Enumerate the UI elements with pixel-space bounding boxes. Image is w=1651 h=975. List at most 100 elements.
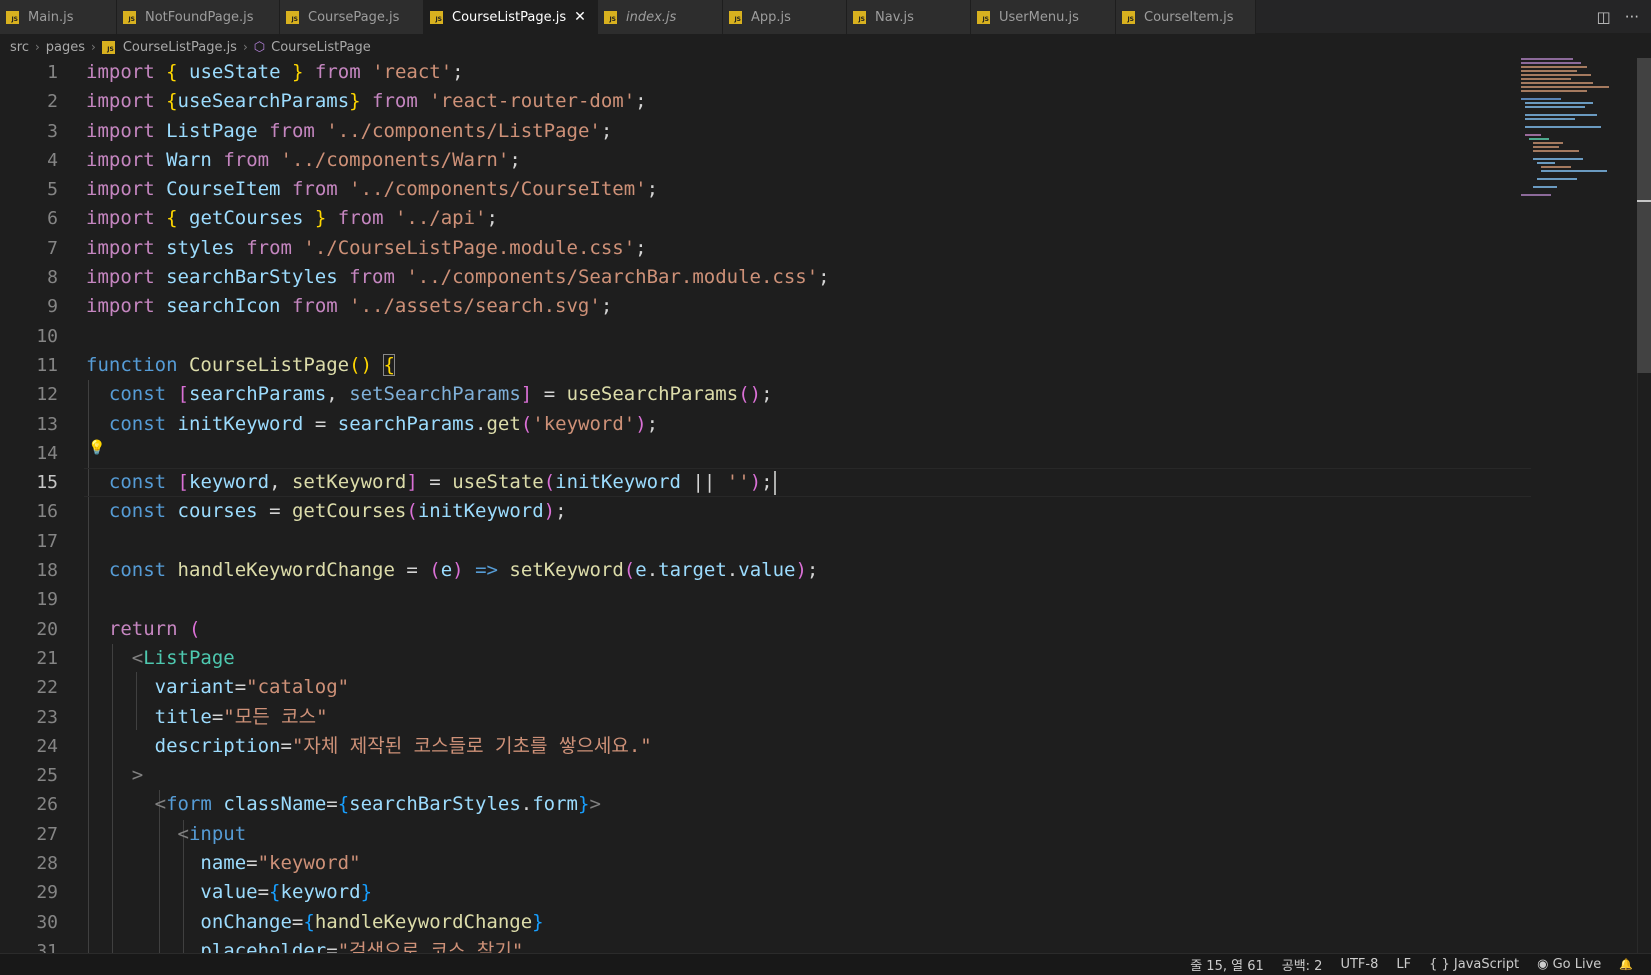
token: . (646, 559, 659, 582)
line-number: 24 (36, 735, 58, 757)
token: = (211, 705, 224, 728)
minimap-line (1533, 146, 1559, 148)
tab-label: CoursePage.js (308, 9, 400, 25)
split-editor-icon[interactable]: ◫ (1597, 8, 1611, 26)
minimap-line (1533, 142, 1563, 144)
language-mode[interactable]: { } JavaScript (1429, 957, 1519, 972)
token: { (383, 353, 395, 376)
token: { (166, 90, 178, 113)
close-icon[interactable]: ✕ (574, 9, 586, 25)
javascript-file-icon: JS (6, 10, 19, 24)
tab-index-js[interactable]: JS index.js (598, 0, 723, 34)
minimap-line (1533, 158, 1583, 160)
tab-app-js[interactable]: JS App.js (723, 0, 847, 34)
breadcrumb-pages[interactable]: pages (46, 40, 85, 55)
code-line: import { getCourses } from '../api'; (86, 204, 1511, 233)
token: ) (749, 471, 762, 494)
token: "모든 코스" (223, 705, 328, 728)
end-of-line[interactable]: LF (1396, 957, 1411, 972)
token: from (337, 207, 384, 230)
line-number: 12 (36, 384, 58, 406)
token: ; (635, 90, 647, 113)
token: . (726, 559, 739, 582)
token: form (532, 793, 578, 816)
more-actions-icon[interactable]: ··· (1625, 8, 1639, 26)
token: CourseListPage (188, 353, 350, 376)
token: < (131, 646, 144, 669)
go-live-button[interactable]: ◉ Go Live (1537, 957, 1601, 972)
token: name (200, 852, 247, 875)
token: ; (486, 207, 498, 230)
line-number: 1 (47, 62, 58, 83)
notifications-bell-icon[interactable]: 🔔 (1619, 958, 1633, 971)
code-line: import CourseItem from '../components/Co… (86, 175, 1511, 204)
code-editor[interactable]: 1 2 3 4 5 6 7 8 9 10 11 12 13 14 15 16 1… (0, 58, 1651, 955)
minimap-line (1533, 150, 1579, 152)
token: return (108, 617, 178, 640)
minimap-line (1537, 162, 1555, 164)
javascript-file-icon: JS (1122, 10, 1135, 24)
tab-courseitem-js[interactable]: JS CourseItem.js (1116, 0, 1256, 34)
token: , (269, 471, 281, 494)
code-line: description="자체 제작된 코스들로 기초를 쌓으세요." (86, 732, 1511, 761)
token: ; (646, 412, 659, 435)
token: ( (623, 559, 636, 582)
token: Warn (166, 148, 212, 171)
token: "keyword" (257, 852, 361, 875)
breadcrumb-file[interactable]: CourseListPage.js (123, 40, 237, 55)
tab-courselistpage-js[interactable]: JS CourseListPage.js ✕ (424, 0, 598, 34)
token: { (166, 207, 178, 230)
token: import (86, 119, 155, 142)
token: = (314, 412, 327, 435)
indentation-spaces[interactable]: 공백: 2 (1282, 955, 1323, 974)
token: ; (600, 119, 613, 142)
token: const (108, 500, 167, 523)
file-encoding[interactable]: UTF-8 (1340, 957, 1378, 972)
text-cursor (773, 470, 776, 495)
code-line: function CourseListPage() { (86, 351, 1511, 380)
minimap-line (1529, 138, 1549, 140)
token: searchParams (337, 412, 476, 435)
tab-notfoundpage-js[interactable]: JS NotFoundPage.js (117, 0, 280, 34)
cursor-position[interactable]: 줄 15, 열 61 (1190, 955, 1264, 974)
line-number: 19 (36, 589, 58, 611)
line-number: 3 (47, 120, 58, 142)
code-line: import styles from './CourseListPage.mod… (86, 234, 1511, 263)
breadcrumb-symbol[interactable]: CourseListPage (271, 40, 371, 55)
code-line: import ListPage from '../components/List… (86, 117, 1511, 146)
token: onChange (200, 910, 292, 933)
code-line: import { useState } from 'react'; (86, 58, 1511, 87)
token: . (520, 793, 533, 816)
breadcrumb-src[interactable]: src (10, 40, 29, 55)
token: ListPage (143, 646, 235, 669)
token: useState (189, 61, 281, 83)
token: ; (635, 236, 647, 259)
token: } (314, 207, 327, 230)
token: className (223, 793, 327, 816)
token: const (108, 559, 167, 582)
tab-main-js[interactable]: JS Main.js (0, 0, 117, 34)
code-line: const initKeyword = searchParams.get('ke… (86, 410, 1511, 439)
token: } (291, 61, 304, 83)
token: from (269, 119, 315, 142)
tab-usermenu-js[interactable]: JS UserMenu.js (971, 0, 1116, 34)
tab-coursepage-js[interactable]: JS CoursePage.js (280, 0, 424, 34)
token: get (486, 412, 521, 435)
code-lines[interactable]: import { useState } from 'react'; import… (84, 58, 1531, 955)
token: [ (177, 471, 189, 494)
scrollbar-thumb[interactable] (1637, 58, 1651, 373)
token: const (108, 383, 167, 406)
token: const (108, 471, 167, 494)
token: from (291, 295, 338, 318)
minimap[interactable] (1521, 58, 1631, 198)
token: 'react-router-dom' (429, 90, 636, 113)
tab-nav-js[interactable]: JS Nav.js (847, 0, 971, 34)
token: ( (543, 471, 556, 494)
line-number-gutter: 1 2 3 4 5 6 7 8 9 10 11 12 13 14 15 16 1… (0, 58, 70, 955)
token: ) (635, 412, 647, 435)
token: CourseItem (166, 178, 281, 201)
token: import (86, 61, 155, 83)
code-line: import Warn from '../components/Warn'; (86, 146, 1511, 175)
token: . (475, 412, 487, 435)
minimap-line (1521, 78, 1571, 80)
